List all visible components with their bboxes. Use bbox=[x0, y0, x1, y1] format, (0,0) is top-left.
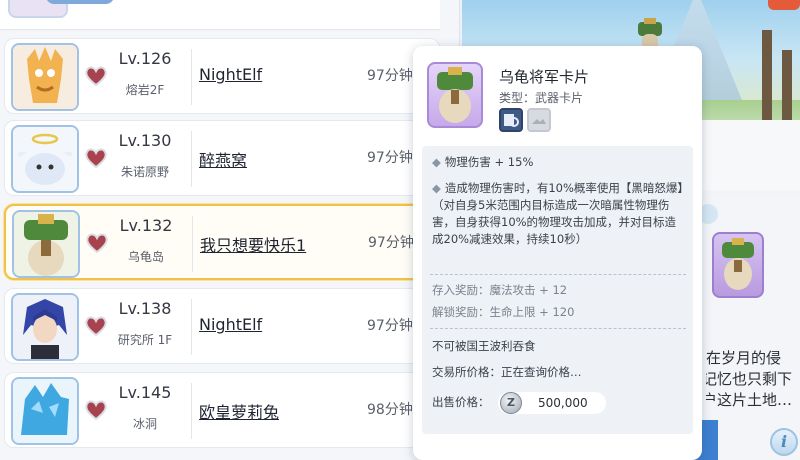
favorite-heart-icon[interactable] bbox=[83, 63, 109, 89]
player-map: 研究所 1F bbox=[117, 333, 173, 347]
player-name-link[interactable]: NightElf bbox=[199, 65, 262, 84]
favorite-heart-icon[interactable] bbox=[83, 397, 109, 423]
time-remaining: 97分钟 bbox=[367, 150, 413, 166]
previous-row-peek bbox=[0, 0, 440, 30]
restriction-note: 不可被国王波利吞食 bbox=[432, 339, 536, 353]
divider bbox=[192, 216, 193, 272]
time-remaining: 97分钟 bbox=[367, 68, 413, 84]
card-detail-icon[interactable] bbox=[499, 108, 523, 132]
effect-line: ◆ 造成物理伤害时，有10%概率使用【黑暗怒爆】（对自身5米范围内目标造成一次暗属… bbox=[432, 180, 684, 248]
unlock-reward: 解锁奖励：生命上限 + 120 bbox=[432, 305, 575, 319]
diamond-bullet-icon: ◆ bbox=[432, 155, 441, 169]
turtle-general-icon bbox=[14, 212, 78, 276]
card-icon bbox=[427, 62, 483, 128]
effect-text: 物理伤害 + 15% bbox=[444, 155, 534, 169]
list-item-selected[interactable]: Lv.132 乌龟岛 我只想要快乐1 97分钟 bbox=[4, 204, 440, 280]
player-level: Lv.126 bbox=[118, 49, 172, 68]
blue-hair-character-icon bbox=[13, 295, 77, 359]
avatar bbox=[11, 43, 79, 111]
list-item[interactable]: Lv.130 朱诺原野 醉燕窝 97分钟 bbox=[4, 120, 440, 196]
story-line-2: 记忆也只剩下 bbox=[706, 370, 793, 388]
list-item[interactable]: Lv.126 熔岩2F NightElf 97分钟 bbox=[4, 38, 440, 114]
story-line-1: 在岁月的侵 bbox=[706, 349, 782, 367]
sell-price: 500,000 bbox=[538, 396, 588, 410]
avatar bbox=[11, 377, 79, 445]
player-name-link[interactable]: 醉燕窝 bbox=[199, 147, 247, 171]
card-album-icon[interactable] bbox=[527, 108, 551, 132]
lava-monster-icon bbox=[13, 45, 77, 109]
player-map: 冰洞 bbox=[132, 417, 157, 431]
divider bbox=[430, 328, 686, 329]
player-map: 熔岩2F bbox=[125, 83, 165, 97]
top-tab[interactable] bbox=[46, 0, 114, 4]
favorite-heart-icon[interactable] bbox=[83, 145, 109, 171]
effect-line: ◆ 物理伤害 + 15% bbox=[432, 154, 684, 171]
close-button[interactable] bbox=[768, 0, 800, 10]
avatar bbox=[11, 125, 79, 193]
player-map: 乌龟岛 bbox=[127, 250, 164, 264]
card-type: 类型：武器卡片 bbox=[499, 91, 584, 105]
favorite-heart-icon[interactable] bbox=[84, 230, 110, 256]
avatar bbox=[11, 293, 79, 361]
tooltip-body: ◆ 物理伤害 + 15% ◆ 造成物理伤害时，有10%概率使用【黑暗怒爆】（对自身5… bbox=[422, 146, 693, 434]
divider bbox=[191, 383, 192, 439]
player-map: 朱诺原野 bbox=[120, 165, 169, 179]
story-text: 在岁月的侵 记忆也只剩下 户这片土地… bbox=[706, 348, 800, 411]
divider bbox=[191, 299, 192, 355]
divider bbox=[191, 49, 192, 105]
list-item[interactable]: Lv.145 冰洞 欧皇萝莉兔 98分钟 bbox=[4, 372, 440, 448]
player-level: Lv.138 bbox=[118, 299, 172, 318]
story-line-3: 户这片土地… bbox=[706, 391, 793, 409]
tree-trunk bbox=[762, 30, 772, 120]
player-level: Lv.145 bbox=[118, 383, 172, 402]
zeny-coin-icon: Z bbox=[500, 392, 522, 414]
player-name-link[interactable]: NightElf bbox=[199, 315, 262, 334]
list-item[interactable]: Lv.138 研究所 1F NightElf 97分钟 bbox=[4, 288, 440, 364]
exchange-price: 交易所价格：正在查询价格… bbox=[432, 365, 582, 379]
tree-trunk bbox=[782, 50, 792, 120]
info-button[interactable]: i bbox=[770, 428, 798, 456]
turtle-general-icon bbox=[722, 238, 754, 290]
tooltip-header: 乌龟将军卡片 类型：武器卡片 bbox=[413, 46, 702, 142]
ice-monster-icon bbox=[13, 379, 77, 443]
player-name-link[interactable]: 欧皇萝莉兔 bbox=[199, 399, 279, 423]
deposit-reward: 存入奖励：魔法攻击 + 12 bbox=[432, 283, 568, 297]
time-remaining: 97分钟 bbox=[368, 235, 414, 251]
diamond-bullet-icon: ◆ bbox=[432, 181, 441, 195]
card-title: 乌龟将军卡片 bbox=[499, 68, 590, 86]
favorite-heart-icon[interactable] bbox=[83, 313, 109, 339]
avatar bbox=[12, 210, 80, 278]
player-name-link[interactable]: 我只想要快乐1 bbox=[200, 232, 306, 256]
time-remaining: 97分钟 bbox=[367, 318, 413, 334]
angel-poring-icon bbox=[13, 127, 77, 191]
card-tooltip: 乌龟将军卡片 类型：武器卡片 ◆ 物理伤害 + 15% ◆ 造成物理伤害时，有10%… bbox=[413, 46, 702, 460]
player-list-panel: Lv.126 熔岩2F NightElf 97分钟 Lv.130 朱诺原野 醉燕… bbox=[0, 0, 460, 460]
player-level: Lv.130 bbox=[118, 131, 172, 150]
time-remaining: 98分钟 bbox=[367, 402, 413, 418]
turtle-general-icon bbox=[437, 67, 473, 123]
divider bbox=[430, 274, 686, 275]
effect-text: 造成物理伤害时，有10%概率使用【黑暗怒爆】（对自身5米范围内目标造成一次暗属性… bbox=[432, 181, 684, 246]
player-level: Lv.132 bbox=[119, 216, 173, 235]
divider bbox=[191, 131, 192, 187]
card-thumbnail[interactable] bbox=[712, 232, 764, 298]
